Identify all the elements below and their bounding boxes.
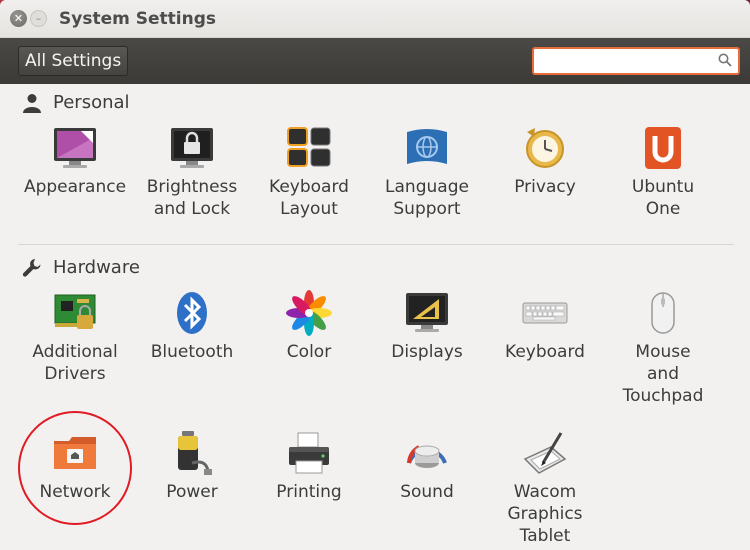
section-personal-title: Personal (53, 92, 130, 113)
color-icon (286, 290, 332, 336)
setting-power[interactable]: Power (134, 429, 250, 503)
search-field[interactable] (532, 47, 740, 75)
setting-label: Sound (400, 482, 454, 502)
section-divider (18, 244, 734, 245)
setting-label: Keyboard (505, 342, 585, 362)
title-bar: ✕ – System Settings (0, 0, 750, 38)
bluetooth-icon (177, 292, 207, 334)
setting-label: Brightness and Lock (146, 177, 238, 219)
setting-sound[interactable]: Sound (369, 429, 485, 503)
person-icon (22, 93, 44, 113)
setting-ubuntu-one[interactable]: Ubuntu One (605, 124, 721, 220)
keyboard-layout-icon (287, 127, 331, 167)
setting-label: Privacy (514, 177, 576, 197)
setting-label: Wacom Graphics Tablet (507, 482, 583, 546)
power-icon (178, 431, 212, 475)
close-button[interactable]: ✕ (10, 10, 27, 27)
setting-label: Language Support (385, 177, 469, 219)
search-icon (718, 52, 732, 71)
section-personal: Personal (22, 92, 130, 113)
setting-label: Keyboard Layout (269, 177, 349, 219)
setting-additional-drivers[interactable]: Additional Drivers (17, 289, 133, 385)
appearance-icon (54, 128, 96, 168)
setting-mouse-touchpad[interactable]: Mouse and Touchpad (605, 289, 721, 407)
setting-label: Additional Drivers (32, 342, 118, 384)
setting-label: Ubuntu One (631, 177, 695, 219)
sound-icon (407, 445, 447, 468)
setting-keyboard-layout[interactable]: Keyboard Layout (251, 124, 367, 220)
wrench-icon (22, 258, 44, 278)
setting-displays[interactable]: Displays (369, 289, 485, 363)
printer-icon (289, 432, 329, 474)
all-settings-button[interactable]: All Settings (18, 46, 129, 76)
section-hardware: Hardware (22, 257, 140, 278)
search-input[interactable] (538, 51, 718, 71)
privacy-icon (526, 128, 564, 168)
displays-icon (406, 293, 448, 332)
toolbar: All Settings (0, 38, 750, 84)
setting-label: Appearance (23, 177, 127, 197)
brightness-lock-icon (171, 128, 213, 168)
setting-label: Bluetooth (150, 342, 234, 362)
section-hardware-title: Hardware (53, 257, 140, 278)
setting-keyboard[interactable]: Keyboard (487, 289, 603, 363)
system-settings-window: ✕ – System Settings All Settings Persona… (0, 0, 750, 550)
setting-label: Printing (276, 482, 342, 502)
setting-printing[interactable]: Printing (251, 429, 367, 503)
minimize-button[interactable]: – (30, 10, 47, 27)
setting-language-support[interactable]: Language Support (369, 124, 485, 220)
setting-label: Mouse and Touchpad (622, 342, 704, 406)
additional-drivers-icon (54, 294, 96, 329)
ubuntu-one-icon (645, 127, 681, 169)
setting-label: Power (166, 482, 218, 502)
setting-brightness-lock[interactable]: Brightness and Lock (134, 124, 250, 220)
setting-bluetooth[interactable]: Bluetooth (134, 289, 250, 363)
setting-wacom-tablet[interactable]: Wacom Graphics Tablet (487, 429, 603, 547)
setting-privacy[interactable]: Privacy (487, 124, 603, 198)
setting-color[interactable]: Color (251, 289, 367, 363)
mouse-icon (651, 292, 675, 334)
wacom-tablet-icon (523, 432, 567, 474)
setting-label: Displays (391, 342, 463, 362)
language-support-icon (407, 129, 447, 164)
setting-appearance[interactable]: Appearance (17, 124, 133, 198)
settings-content: Personal Appearance Brightness and Lock … (0, 84, 750, 550)
keyboard-icon (522, 302, 568, 324)
window-title: System Settings (59, 8, 216, 29)
highlight-circle (18, 411, 132, 525)
setting-label: Color (286, 342, 332, 362)
